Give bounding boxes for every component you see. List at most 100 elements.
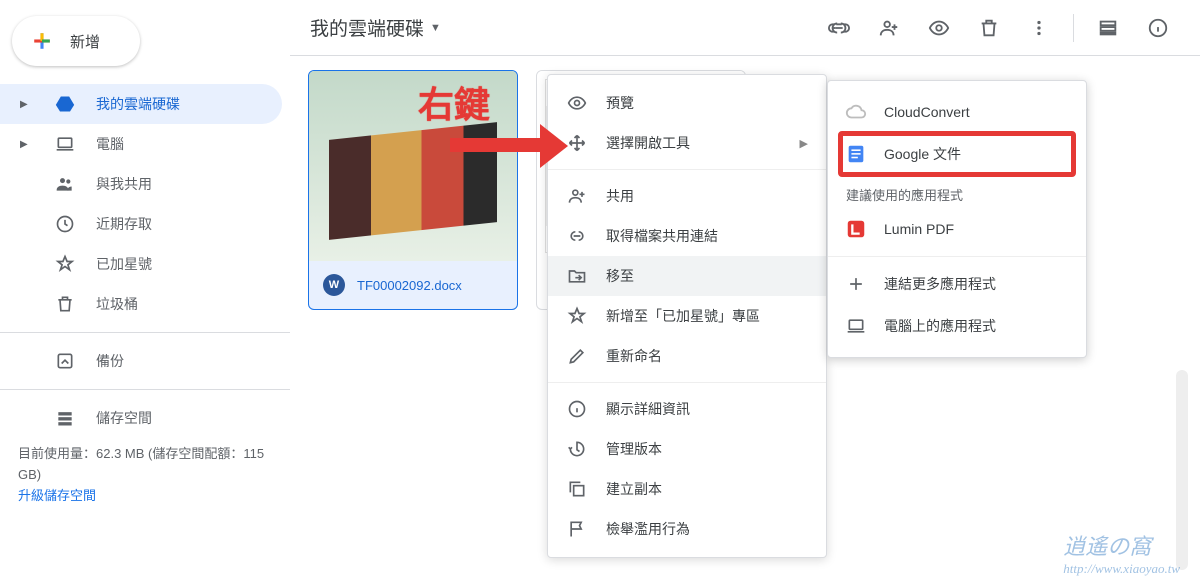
chevron-right-icon: ▶ [20, 99, 34, 110]
nav-list: ▶我的雲端硬碟 ▶ 電腦 與我共用 近期存取 已加星號 垃圾桶 [0, 84, 290, 324]
sub-label: CloudConvert [884, 104, 970, 120]
sub-lumin[interactable]: Lumin PDF [828, 208, 1086, 250]
history-icon [566, 439, 588, 459]
eye-icon [566, 93, 588, 113]
laptop-icon [54, 134, 76, 154]
annotation-arrow [450, 138, 545, 152]
trash-icon [54, 294, 76, 314]
ctx-copy[interactable]: 建立副本 [548, 469, 826, 509]
shared-icon [54, 174, 76, 194]
person-plus-icon [566, 186, 588, 206]
sidebar-item-label: 電腦 [96, 134, 124, 154]
word-icon: W [323, 274, 345, 296]
ctx-details[interactable]: 顯示詳細資訊 [548, 389, 826, 429]
dropdown-icon: ▼ [430, 22, 441, 34]
storage-upgrade-link[interactable]: 升級儲存空間 [18, 488, 96, 503]
list-view-button[interactable] [1086, 6, 1130, 50]
open-with-submenu: CloudConvert Google 文件 建議使用的應用程式 Lumin P… [827, 80, 1087, 358]
ctx-label: 取得檔案共用連結 [606, 226, 718, 246]
sidebar-item-starred[interactable]: 已加星號 [0, 244, 290, 284]
sub-cloudconvert[interactable]: CloudConvert [828, 91, 1086, 133]
ctx-preview[interactable]: 預覽 [548, 83, 826, 123]
sub-section-label: 建議使用的應用程式 [828, 175, 1086, 208]
sidebar-item-label: 近期存取 [96, 214, 152, 234]
sidebar-item-trash[interactable]: 垃圾桶 [0, 284, 290, 324]
open-with-icon [566, 133, 588, 153]
sub-label: Lumin PDF [884, 221, 954, 237]
ctx-versions[interactable]: 管理版本 [548, 429, 826, 469]
sidebar-item-computers[interactable]: ▶ 電腦 [0, 124, 290, 164]
file-name: TF00002092.docx [357, 278, 462, 293]
cloud-icon [844, 101, 868, 123]
sidebar-item-recent[interactable]: 近期存取 [0, 204, 290, 244]
sub-google-docs[interactable]: Google 文件 [828, 133, 1086, 175]
ctx-label: 移至 [606, 266, 634, 286]
sidebar-item-label: 備份 [96, 351, 124, 371]
annotation-text: 右鍵 [418, 76, 490, 128]
info-button[interactable] [1136, 6, 1180, 50]
chevron-right-icon: ▶ [800, 137, 808, 150]
ctx-open-with[interactable]: 選擇開啟工具 ▶ [548, 123, 826, 163]
scrollbar[interactable] [1176, 370, 1188, 570]
star-icon [54, 254, 76, 274]
divider [0, 389, 290, 390]
preview-button[interactable] [917, 6, 961, 50]
chevron-right-icon: ▶ [20, 139, 34, 150]
add-person-button[interactable] [867, 6, 911, 50]
lumin-icon [844, 218, 868, 240]
new-button[interactable]: 新增 [12, 16, 140, 66]
ctx-label: 選擇開啟工具 [606, 133, 690, 153]
storage-text: 目前使用量：62.3 MB (儲存空間配額：115 GB) 升級儲存空間 [0, 438, 290, 512]
pencil-icon [566, 346, 588, 366]
sub-label: 連結更多應用程式 [884, 274, 996, 294]
ctx-rename[interactable]: 重新命名 [548, 336, 826, 376]
new-button-label: 新增 [70, 31, 100, 52]
sub-desktop-apps[interactable]: 電腦上的應用程式 [828, 305, 1086, 347]
backup-icon [54, 351, 76, 371]
annotation-arrow-head [540, 124, 568, 168]
docs-icon [844, 143, 868, 165]
plus-icon [844, 274, 868, 294]
sidebar-item-backup[interactable]: 備份 [0, 341, 290, 381]
ctx-star[interactable]: 新增至「已加星號」專區 [548, 296, 826, 336]
laptop-icon [844, 316, 868, 336]
sub-label: Google 文件 [884, 144, 961, 164]
ctx-label: 共用 [606, 186, 634, 206]
sidebar-item-label: 與我共用 [96, 174, 152, 194]
sidebar: 新增 ▶我的雲端硬碟 ▶ 電腦 與我共用 近期存取 已加星號 垃圾桶 備份 儲存空… [0, 0, 290, 585]
copy-icon [566, 479, 588, 499]
star-icon [566, 306, 588, 326]
ctx-label: 檢舉濫用行為 [606, 519, 690, 539]
header-actions [817, 6, 1180, 50]
ctx-label: 重新命名 [606, 346, 662, 366]
link-button[interactable] [817, 6, 861, 50]
folder-name[interactable]: 我的雲端硬碟 ▼ [310, 14, 441, 41]
ctx-get-link[interactable]: 取得檔案共用連結 [548, 216, 826, 256]
sidebar-item-my-drive[interactable]: ▶我的雲端硬碟 [0, 84, 282, 124]
sub-more-apps[interactable]: 連結更多應用程式 [828, 263, 1086, 305]
sidebar-item-storage[interactable]: 儲存空間 [0, 398, 290, 438]
clock-icon [54, 214, 76, 234]
sidebar-item-label: 已加星號 [96, 254, 152, 274]
storage-icon [54, 408, 76, 428]
ctx-label: 管理版本 [606, 439, 662, 459]
sidebar-item-label: 垃圾桶 [96, 294, 138, 314]
sub-label: 電腦上的應用程式 [884, 316, 996, 336]
divider [548, 382, 826, 383]
ctx-label: 新增至「已加星號」專區 [606, 306, 760, 326]
divider [548, 169, 826, 170]
sidebar-item-label: 儲存空間 [96, 408, 152, 428]
more-button[interactable] [1017, 6, 1061, 50]
plus-icon [28, 27, 56, 55]
trash-button[interactable] [967, 6, 1011, 50]
link-icon [566, 226, 588, 246]
separator [1073, 14, 1074, 42]
divider [828, 256, 1086, 257]
ctx-label: 顯示詳細資訊 [606, 399, 690, 419]
ctx-report[interactable]: 檢舉濫用行為 [548, 509, 826, 549]
folder-move-icon [566, 266, 588, 286]
ctx-share[interactable]: 共用 [548, 176, 826, 216]
sidebar-item-shared[interactable]: 與我共用 [0, 164, 290, 204]
ctx-move-to[interactable]: 移至 [548, 256, 826, 296]
flag-icon [566, 519, 588, 539]
